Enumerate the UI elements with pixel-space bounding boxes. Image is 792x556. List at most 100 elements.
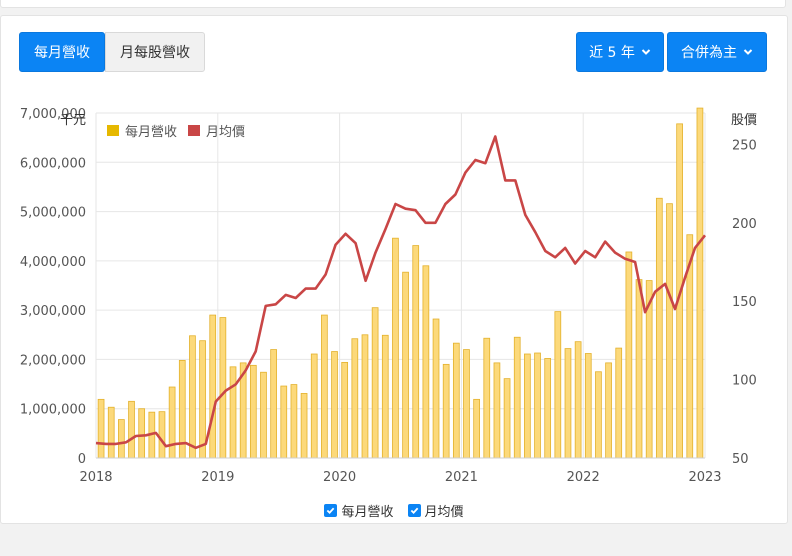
chart-grid (95, 112, 706, 459)
revenue-bar (615, 347, 623, 459)
price-line (95, 135, 707, 450)
consolidation-dropdown[interactable]: 合併為主 (667, 32, 767, 72)
right-axis-tick-label: 100 (732, 374, 757, 389)
revenue-bar (310, 353, 318, 459)
revenue-bar (605, 362, 612, 459)
right-axis-tick-label: 250 (732, 138, 757, 153)
revenue-bar (473, 398, 480, 459)
right-axis-unit: 股價 (731, 113, 757, 128)
chart-legend: 每月營收 月均價 (107, 124, 245, 140)
series-toggle-legend: 每月營收 月均價 (1, 500, 787, 520)
revenue-bar (158, 411, 166, 459)
x-axis-tick-label: 2022 (567, 470, 600, 485)
legend-price-label: 月均價 (206, 125, 245, 140)
check-icon (327, 507, 335, 514)
revenue-bar (564, 348, 572, 459)
revenue-bar (432, 318, 440, 459)
revenue-bar (595, 371, 602, 459)
legend-price-swatch (188, 125, 200, 136)
tab-monthly-revenue-label: 每月營收 (34, 45, 90, 61)
revenue-bar (331, 351, 338, 459)
range-dropdown-label: 近 5 年 (589, 45, 635, 61)
right-axis-tick-label: 50 (732, 452, 749, 467)
revenue-bar (666, 203, 673, 459)
toggle-monthly-revenue[interactable]: 每月營收 (324, 500, 394, 520)
revenue-bar (229, 366, 237, 459)
chevron-down-icon (641, 49, 651, 55)
revenue-bar (696, 107, 704, 459)
revenue-bar (534, 352, 541, 459)
revenue-chart-card: 每月營收 月每股營收 近 5 年 合併為主 0 1,000,000 2,000,00… (0, 15, 788, 524)
revenue-bar (97, 398, 105, 459)
revenue-bar (351, 338, 359, 459)
chevron-down-icon (743, 49, 753, 55)
revenue-bar (422, 265, 430, 459)
revenue-bar (493, 362, 501, 459)
x-axis-tick-label: 2021 (445, 470, 478, 485)
tab-monthly-eps-revenue-label: 月每股營收 (120, 45, 190, 61)
revenue-bar (625, 251, 633, 459)
x-axis-tick-label: 2020 (323, 470, 356, 485)
revenue-bar (584, 353, 592, 459)
revenue-bar (524, 353, 531, 459)
revenue-bar (402, 271, 409, 459)
tab-monthly-eps-revenue[interactable]: 月每股營收 (105, 32, 205, 72)
x-axis-tick-label: 2018 (79, 470, 112, 485)
range-dropdown[interactable]: 近 5 年 (576, 32, 664, 72)
revenue-bar (290, 384, 298, 459)
revenue-bar (168, 386, 176, 459)
revenue-bar (107, 406, 115, 459)
left-axis-tick-label: 0 (78, 452, 86, 467)
revenue-bar (321, 314, 328, 459)
price-line-path (95, 135, 707, 450)
revenue-bar (118, 419, 125, 459)
revenue-bar (199, 340, 206, 459)
revenue-bar (270, 349, 277, 459)
revenue-bar (412, 245, 420, 459)
left-axis-tick-label: 5,000,000 (20, 206, 86, 221)
revenue-bar (452, 342, 460, 459)
revenue-bar (554, 311, 562, 459)
check-icon (410, 507, 418, 514)
revenue-bar (442, 363, 450, 459)
toggle-monthly-revenue-label: 每月營收 (341, 504, 394, 520)
revenue-bar (513, 336, 521, 459)
revenue-bar (635, 279, 643, 459)
checkbox-checked-icon[interactable] (324, 503, 338, 517)
revenue-price-chart: 0 1,000,000 2,000,000 3,000,000 4,000,000 5,0… (20, 107, 757, 485)
revenue-bar (503, 378, 511, 459)
revenue-bar (128, 400, 135, 459)
revenue-bar (483, 337, 491, 459)
revenue-bar (655, 197, 663, 459)
revenue-bar (260, 371, 267, 459)
legend-revenue-swatch (107, 125, 119, 136)
revenue-bar (280, 385, 288, 459)
revenue-bar (463, 349, 470, 459)
revenue-bar (341, 361, 349, 459)
revenue-bar (574, 341, 582, 459)
consolidation-dropdown-label: 合併為主 (681, 45, 737, 61)
revenue-bar (361, 334, 369, 459)
legend-revenue-label: 每月營收 (125, 124, 177, 140)
right-axis-tick-label: 150 (732, 295, 757, 310)
tab-monthly-revenue[interactable]: 每月營收 (19, 32, 105, 72)
x-axis-tick-label: 2019 (201, 470, 234, 485)
revenue-bar (381, 334, 389, 459)
checkbox-checked-icon[interactable] (407, 503, 421, 517)
revenue-bar (219, 317, 227, 459)
left-axis-tick-label: 4,000,000 (20, 255, 86, 270)
revenue-bar (300, 393, 308, 459)
revenue-bar (249, 364, 257, 459)
previous-card-edge (0, 0, 786, 8)
left-axis-tick-label: 2,000,000 (20, 353, 86, 368)
left-axis-tick-label: 1,000,000 (20, 403, 86, 418)
revenue-bar (209, 314, 217, 459)
left-axis-unit: 千元 (60, 113, 86, 128)
right-axis-tick-label: 200 (732, 217, 757, 232)
revenue-bar (138, 408, 146, 459)
revenue-bar (544, 358, 552, 459)
left-axis-tick-label: 3,000,000 (20, 304, 86, 319)
toggle-avg-price[interactable]: 月均價 (407, 500, 464, 520)
revenue-bar (392, 237, 399, 459)
toggle-avg-price-label: 月均價 (424, 504, 464, 520)
